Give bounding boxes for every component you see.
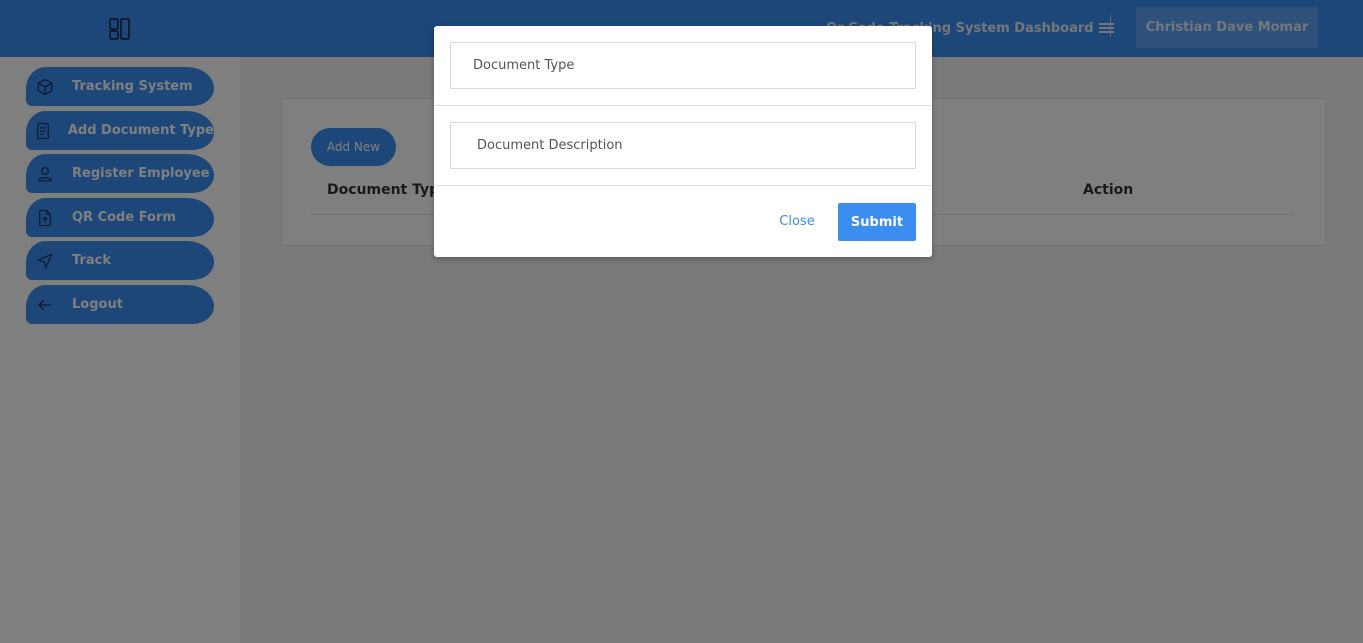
add-document-type-modal: Close Submit — [434, 26, 932, 257]
close-button[interactable]: Close — [774, 203, 820, 239]
modal-section-document-type — [434, 26, 932, 106]
modal-section-document-description — [434, 106, 932, 186]
document-description-input[interactable] — [450, 122, 916, 169]
document-type-input[interactable] — [450, 42, 916, 89]
submit-button[interactable]: Submit — [838, 203, 916, 241]
